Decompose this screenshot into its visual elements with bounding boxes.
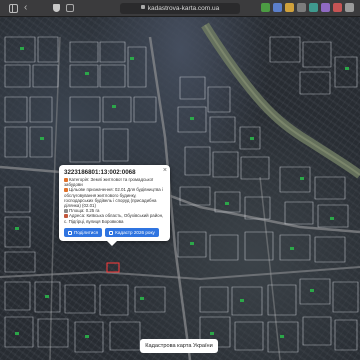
popup-address: Адреса: Київська область, Обухівський ра…	[64, 213, 164, 224]
river	[201, 22, 360, 179]
cadastral-number: 3223186801:13:002:0068	[64, 169, 136, 176]
address-bar[interactable]: kadastrova-karta.com.ua	[120, 3, 240, 14]
road	[0, 266, 360, 281]
reader-icon[interactable]	[66, 4, 74, 12]
selected-parcel[interactable]	[106, 262, 120, 273]
popup-actions: Поділитися Кадастр 2026 року	[64, 228, 159, 237]
popup-category: Категорія: Землі житлової та громадської…	[64, 177, 154, 188]
category-icon	[64, 177, 68, 182]
parcel-info-popup: × 3223186801:13:002:0068 Категорія: Земл…	[59, 165, 170, 246]
address-icon	[64, 213, 68, 218]
extension-icon[interactable]	[297, 3, 306, 12]
extension-icon[interactable]	[273, 3, 282, 12]
cadastre-2026-button[interactable]: Кадастр 2026 року	[105, 228, 159, 237]
back-icon[interactable]: ‹	[24, 3, 33, 13]
map-icon	[109, 230, 114, 235]
close-icon[interactable]: ×	[163, 167, 167, 174]
browser-toolbar: ‹ kadastrova-karta.com.ua	[0, 0, 360, 17]
extension-icon[interactable]	[321, 3, 330, 12]
share-icon	[68, 230, 72, 235]
map-title-label: Кадастрова карта України	[140, 339, 218, 353]
extension-icon[interactable]	[333, 3, 342, 12]
area-icon	[64, 208, 68, 213]
satellite-map[interactable]	[0, 17, 360, 360]
popup-purpose: Цільове призначення: 02.01 Для будівницт…	[64, 187, 163, 209]
extension-bar	[261, 3, 354, 12]
address-text: kadastrova-karta.com.ua	[147, 5, 220, 12]
share-button[interactable]: Поділитися	[64, 228, 103, 237]
extension-icon[interactable]	[285, 3, 294, 12]
shield-icon[interactable]	[53, 4, 60, 12]
extension-icon[interactable]	[309, 3, 318, 12]
purpose-icon	[64, 187, 68, 192]
lock-icon	[140, 5, 145, 9]
parcel-overlay	[0, 22, 360, 360]
sidebar-toggle-icon[interactable]	[9, 4, 18, 13]
extension-icon[interactable]	[345, 3, 354, 12]
extension-icon[interactable]	[261, 3, 270, 12]
